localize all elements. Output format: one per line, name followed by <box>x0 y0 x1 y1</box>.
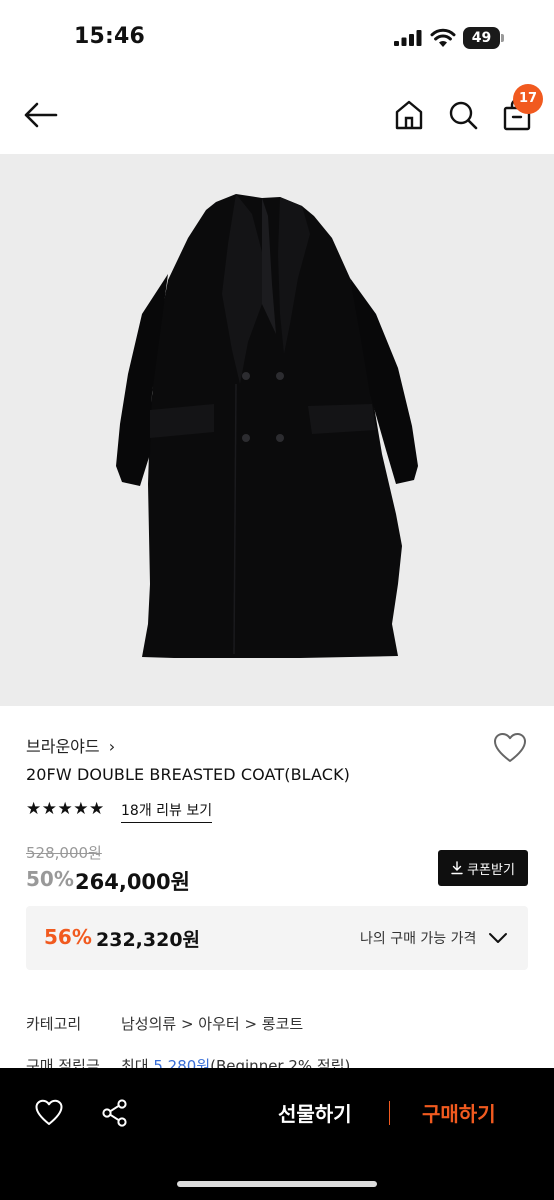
battery-level: 49 <box>463 27 500 49</box>
category-label: 카테고리 <box>26 1015 82 1033</box>
cellular-signal-icon <box>394 30 422 46</box>
buy-button[interactable]: 구매하기 <box>422 1098 496 1127</box>
wifi-icon <box>430 28 456 47</box>
coat-image <box>116 194 418 658</box>
back-arrow-icon[interactable] <box>22 97 60 133</box>
heart-icon[interactable] <box>34 1098 64 1128</box>
product-title: 20FW DOUBLE BREASTED COAT(BLACK) <box>26 765 351 784</box>
share-icon[interactable] <box>100 1098 130 1128</box>
brand-name: 브라운야드 <box>26 737 100 756</box>
chevron-right-icon: › <box>108 737 116 756</box>
original-price: 528,000원 <box>26 844 102 862</box>
member-discount-rate: 56% <box>44 925 92 949</box>
heart-outline-icon[interactable] <box>492 731 528 765</box>
review-link[interactable]: 18개 리뷰 보기 <box>121 800 213 823</box>
chevron-down-icon <box>489 933 507 943</box>
member-price-label: 나의 구매 가능 가격 <box>360 931 477 947</box>
discount-rate: 50% <box>26 867 74 891</box>
home-icon[interactable] <box>392 97 426 133</box>
status-bar: 15:46 49 <box>0 0 554 76</box>
member-price-box[interactable]: 56% 232,320원 나의 구매 가능 가격 <box>26 906 528 970</box>
brand-link[interactable]: 브라운야드 › <box>26 733 115 757</box>
download-icon <box>451 861 463 875</box>
search-icon[interactable] <box>446 97 480 133</box>
coupon-label: 쿠폰받기 <box>467 862 515 878</box>
gift-button[interactable]: 선물하기 <box>278 1098 352 1127</box>
battery-indicator: 49 <box>463 27 505 49</box>
status-time: 15:46 <box>74 24 146 49</box>
top-nav <box>0 76 554 154</box>
sale-price: 264,000원 <box>75 870 190 894</box>
action-divider <box>389 1101 390 1125</box>
member-price: 232,320원 <box>96 929 201 951</box>
coupon-button[interactable]: 쿠폰받기 <box>438 850 528 886</box>
bottom-action-bar: 선물하기 구매하기 <box>0 1068 554 1200</box>
cart-count-badge: 17 <box>513 84 543 114</box>
category-breadcrumb[interactable]: 남성의류 > 아우터 > 롱코트 <box>121 1013 303 1034</box>
product-image[interactable] <box>0 154 554 706</box>
rating-stars: ★★★★★ <box>26 799 105 819</box>
home-indicator <box>177 1181 377 1187</box>
